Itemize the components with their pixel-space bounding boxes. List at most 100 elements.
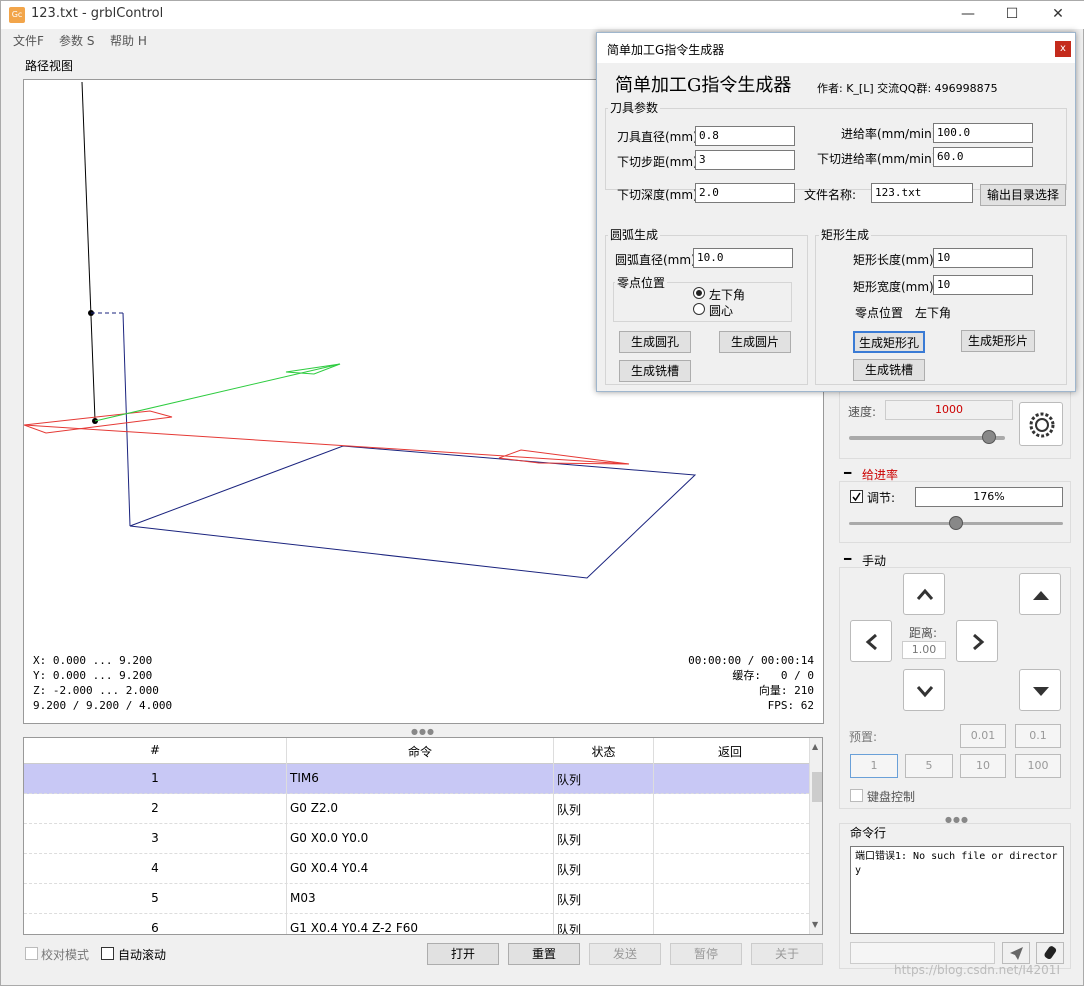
jog-z-minus-button[interactable] [1019, 669, 1061, 711]
row-command: G1 X0.4 Y0.4 Z-2 F60 [290, 921, 419, 935]
splitter-handle[interactable]: ●●● [411, 727, 435, 736]
table-header: # 命令 状态 返回 [24, 738, 809, 764]
send-icon [1010, 947, 1023, 960]
file-name-input[interactable]: 123.txt [871, 183, 973, 203]
feed-rate-input[interactable]: 100.0 [933, 123, 1033, 143]
send-command-button[interactable] [1002, 942, 1030, 964]
table-row[interactable]: 2 G0 Z2.0 队列 [24, 794, 809, 824]
generate-slot-button[interactable]: 生成铣槽 [619, 360, 691, 382]
menu-help[interactable]: 帮助 H [110, 32, 147, 49]
column-divider [653, 738, 654, 934]
table-row[interactable]: 1 TIM6 队列 [24, 764, 809, 794]
jog-x-plus-button[interactable] [956, 620, 998, 662]
triangle-down-icon [1033, 687, 1049, 696]
row-number: 3 [151, 831, 159, 845]
rect-width-input[interactable]: 10 [933, 275, 1033, 295]
reset-button[interactable]: 重置 [508, 943, 580, 965]
jog-y-minus-button[interactable] [903, 669, 945, 711]
preset-5-button[interactable]: 5 [905, 754, 953, 778]
column-header-command[interactable]: 命令 [287, 743, 553, 760]
window-title: 123.txt - grblControl [31, 6, 164, 21]
preset-0-1-button[interactable]: 0.1 [1015, 724, 1061, 748]
clear-console-button[interactable] [1036, 942, 1064, 964]
scroll-up-icon[interactable]: ▲ [812, 742, 818, 751]
preset-1-button[interactable]: 1 [850, 754, 898, 778]
close-button[interactable]: ✕ [1035, 1, 1081, 29]
dialog-heading: 简单加工G指令生成器 [615, 75, 792, 96]
feed-collapse-icon[interactable]: ━ [844, 466, 851, 480]
check-mode-checkbox[interactable] [25, 947, 38, 960]
preset-0-01-button[interactable]: 0.01 [960, 724, 1006, 748]
row-command: G0 X0.4 Y0.4 [290, 861, 369, 875]
generate-circle-piece-button[interactable]: 生成圆片 [719, 331, 791, 353]
column-header-status[interactable]: 状态 [554, 743, 653, 760]
feed-adjust-checkbox[interactable] [850, 490, 863, 503]
eraser-icon [1044, 946, 1057, 960]
tool-diameter-input[interactable]: 0.8 [695, 126, 795, 146]
cut-depth-input[interactable]: 2.0 [695, 183, 795, 203]
column-header-response[interactable]: 返回 [654, 743, 806, 760]
jog-x-minus-button[interactable] [850, 620, 892, 662]
feed-adjust-value[interactable]: 176% [915, 487, 1063, 507]
column-header-num[interactable]: # [24, 743, 286, 757]
watermark-text: https://blog.csdn.net/I4201I [894, 963, 1060, 977]
pause-button[interactable]: 暂停 [670, 943, 742, 965]
minimize-button[interactable]: — [945, 1, 991, 29]
console-command-input[interactable] [850, 942, 995, 964]
row-number: 1 [151, 771, 159, 785]
file-name-label: 文件名称: [804, 188, 857, 202]
spindle-gear-icon [1029, 412, 1055, 438]
table-row[interactable]: 5 M03 队列 [24, 884, 809, 914]
maximize-button[interactable]: ☐ [989, 1, 1035, 29]
output-dir-button[interactable]: 输出目录选择 [980, 184, 1066, 206]
column-divider [553, 738, 554, 934]
generate-rect-slot-button[interactable]: 生成铣槽 [853, 359, 925, 381]
preset-100-button[interactable]: 100 [1015, 754, 1061, 778]
radio-corner[interactable] [693, 287, 705, 299]
row-status: 队列 [557, 923, 582, 935]
arc-group-title: 圆弧生成 [608, 226, 661, 243]
menu-file[interactable]: 文件F [13, 32, 44, 49]
view-bounds-info: X: 0.000 ... 9.200 Y: 0.000 ... 9.200 Z:… [33, 654, 173, 712]
preset-label: 预置: [849, 730, 878, 744]
send-button[interactable]: 发送 [589, 943, 661, 965]
auto-scroll-checkbox[interactable] [101, 947, 114, 960]
table-scrollbar[interactable]: ▲ ▼ [809, 738, 822, 934]
tool-diameter-label: 刀具直径(mm) [617, 130, 698, 144]
spindle-toggle-button[interactable] [1019, 402, 1063, 446]
speed-slider-handle[interactable] [982, 430, 997, 444]
title-bar: Gc 123.txt - grblControl — ☐ ✕ [1, 1, 1084, 29]
step-down-input[interactable]: 3 [695, 150, 795, 170]
generate-rect-hole-button[interactable]: 生成矩形孔 [853, 331, 925, 353]
rect-length-input[interactable]: 10 [933, 248, 1033, 268]
keyboard-control-checkbox[interactable] [850, 789, 863, 802]
distance-input[interactable]: 1.00 [902, 641, 946, 659]
plunge-rate-input[interactable]: 60.0 [933, 147, 1033, 167]
table-row[interactable]: 3 G0 X0.0 Y0.0 队列 [24, 824, 809, 854]
menu-params[interactable]: 参数 S [59, 32, 94, 49]
generate-circle-hole-button[interactable]: 生成圆孔 [619, 331, 691, 353]
radio-center[interactable] [693, 303, 705, 315]
row-number: 2 [151, 801, 159, 815]
table-row[interactable]: 6 G1 X0.4 Y0.4 Z-2 F60 队列 [24, 914, 809, 935]
console-output: 端口错误1: No such file or directory [850, 846, 1064, 934]
feed-slider-handle[interactable] [949, 516, 963, 530]
dialog-close-icon[interactable]: x [1055, 41, 1071, 57]
preset-10-button[interactable]: 10 [960, 754, 1006, 778]
scroll-thumb[interactable] [812, 772, 822, 802]
row-status: 队列 [557, 863, 582, 877]
row-status: 队列 [557, 893, 582, 907]
jog-y-plus-button[interactable] [903, 573, 945, 615]
feed-panel: 调节: 176% [839, 481, 1071, 543]
dialog-title-bar: 简单加工G指令生成器 x [597, 33, 1075, 63]
jog-collapse-icon[interactable]: ━ [844, 552, 851, 566]
arrow-down-icon [916, 686, 934, 698]
open-button[interactable]: 打开 [427, 943, 499, 965]
about-button[interactable]: 关于 [751, 943, 823, 965]
jog-z-plus-button[interactable] [1019, 573, 1061, 615]
generate-rect-piece-button[interactable]: 生成矩形片 [961, 330, 1035, 352]
table-row[interactable]: 4 G0 X0.4 Y0.4 队列 [24, 854, 809, 884]
arc-diameter-input[interactable]: 10.0 [693, 248, 793, 268]
distance-label: 距离: [909, 626, 938, 640]
scroll-down-icon[interactable]: ▼ [812, 920, 818, 929]
